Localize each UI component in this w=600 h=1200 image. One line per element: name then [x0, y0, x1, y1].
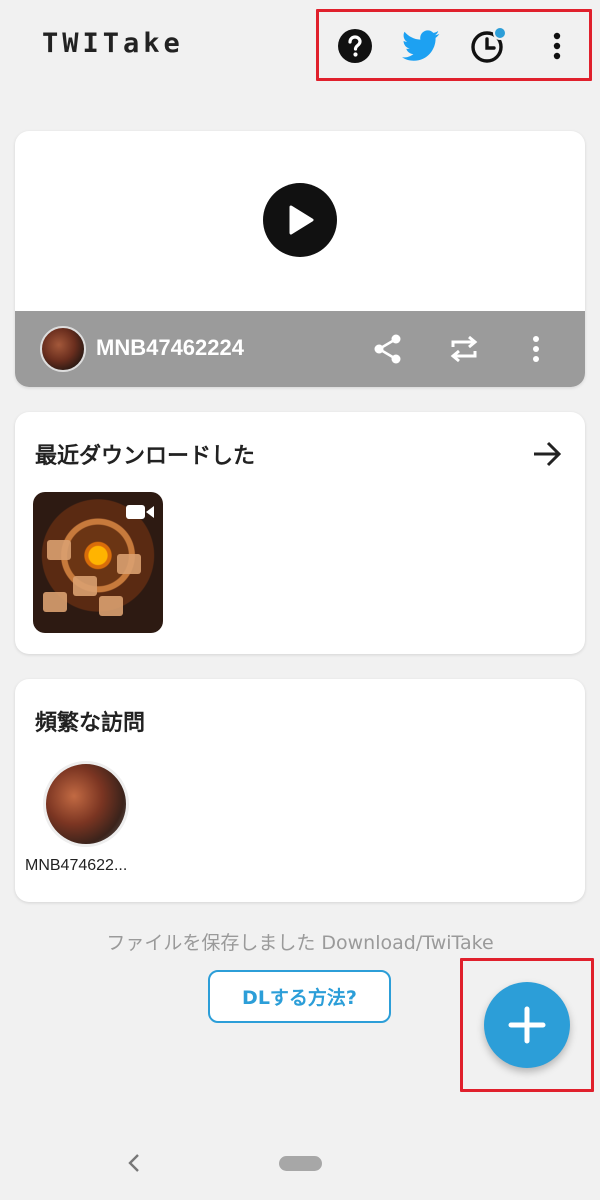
how-to-download-button[interactable]: DLする方法? [208, 970, 391, 1023]
avatar[interactable] [43, 761, 129, 847]
video-player-card: MNB47462224 [15, 131, 585, 387]
avatar[interactable] [40, 326, 86, 372]
twitter-bird-icon[interactable] [401, 26, 441, 66]
recent-video-thumbnail[interactable] [33, 492, 163, 633]
frequent-heading: 頻繁な訪問 [35, 711, 146, 736]
highlight-box-fab [460, 958, 594, 1092]
recent-downloads-card: 最近ダウンロードした [15, 412, 585, 654]
more-vert-icon[interactable] [515, 328, 557, 370]
play-button[interactable] [263, 183, 337, 257]
repeat-icon[interactable] [443, 328, 485, 370]
frequent-visits-card: 頻繁な訪問 MNB474622... [15, 679, 585, 902]
player-username[interactable]: MNB47462224 [96, 335, 244, 361]
recent-heading: 最近ダウンロードした [35, 444, 256, 469]
nav-home-pill[interactable] [279, 1156, 322, 1171]
more-vert-icon[interactable] [537, 26, 577, 66]
share-icon[interactable] [367, 328, 409, 370]
help-icon[interactable] [335, 26, 375, 66]
frequent-user-name[interactable]: MNB474622... [25, 857, 155, 875]
history-icon[interactable] [468, 26, 508, 66]
app-title: TWITake [42, 28, 184, 59]
video-camera-icon [125, 502, 155, 526]
player-info-bar: MNB47462224 [15, 311, 585, 387]
play-icon [289, 205, 314, 235]
saved-message: ファイルを保存しました Download/TwiTake [106, 932, 494, 954]
nav-back-icon[interactable] [120, 1148, 148, 1178]
arrow-right-icon[interactable] [529, 436, 565, 472]
